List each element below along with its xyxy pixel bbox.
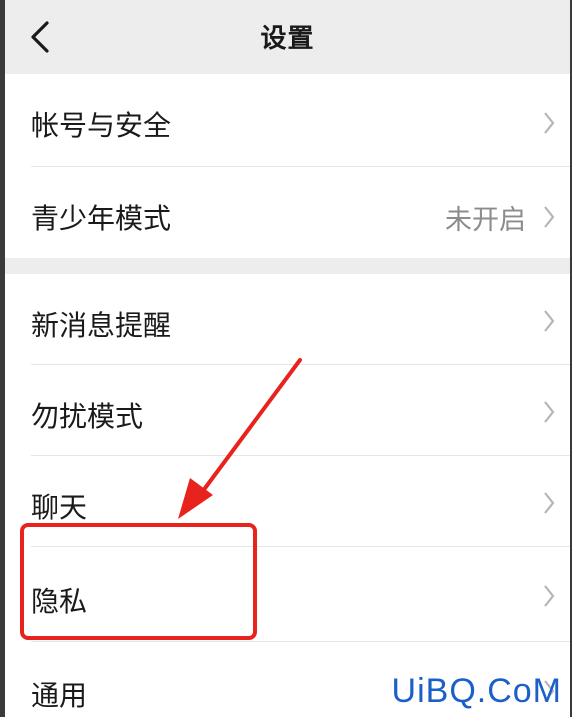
highlight-box xyxy=(20,523,257,640)
watermark: UiBQ.CoM xyxy=(391,672,562,710)
